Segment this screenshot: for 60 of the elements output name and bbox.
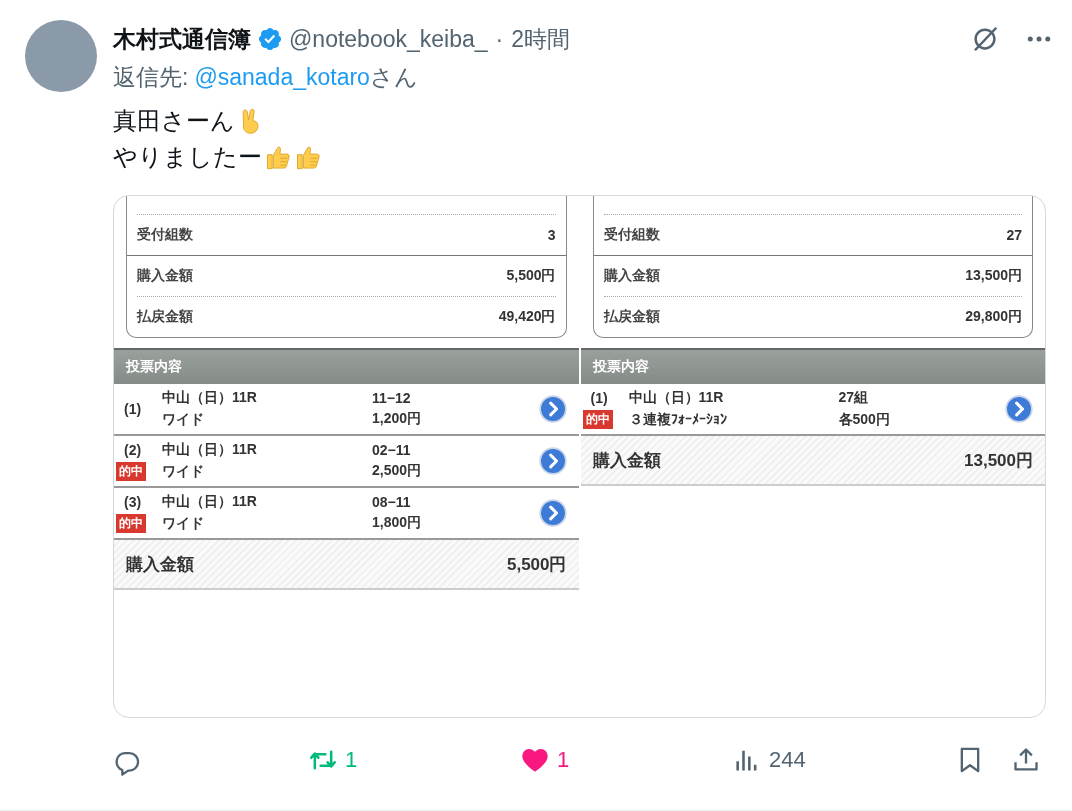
summary-value: 3: [547, 227, 556, 243]
bet-type: ワイド: [162, 463, 205, 481]
media-frame[interactable]: [113, 195, 1046, 718]
bet-number: (1): [123, 401, 142, 417]
reply-icon[interactable]: [113, 749, 141, 777]
section-title: 投票内容: [592, 358, 649, 376]
hit-badge: 的中: [582, 409, 613, 429]
summary-value: 13,500円: [965, 267, 1022, 285]
like-count: 1: [557, 747, 570, 773]
section-title: 投票内容: [126, 358, 182, 376]
chevron-right-icon[interactable]: [538, 499, 567, 527]
race-name: 中山（日）11R: [628, 389, 725, 407]
chevron-right-icon[interactable]: [538, 395, 567, 423]
tweet-text: 真田さーん: [113, 106, 235, 136]
bet-combination: 08−11: [372, 494, 412, 510]
chevron-right-icon[interactable]: [1005, 395, 1033, 423]
heart-icon[interactable]: [521, 746, 549, 774]
reply-to-label: 返信先:: [113, 64, 189, 90]
share-icon[interactable]: [1012, 746, 1040, 774]
bet-amount: 1,200円: [372, 410, 423, 428]
separator-dot: ·: [495, 25, 504, 53]
hit-badge: 的中: [116, 513, 146, 533]
bet-number: (1): [589, 389, 608, 406]
bet-number: (3): [123, 493, 142, 510]
total-label: 購入金額: [592, 449, 661, 472]
bet-amount: 2,500円: [372, 462, 423, 480]
bet-type: ワイド: [162, 411, 205, 429]
total-value: 5,500円: [506, 553, 567, 576]
bet-combination: 27組: [838, 389, 870, 407]
author-name[interactable]: 木村式通信簿: [113, 23, 251, 55]
honorific-suffix: さん: [369, 64, 418, 90]
summary-value: 27: [1006, 227, 1022, 243]
bet-type: ３連複ﾌｫｰﾒｰｼｮﾝ: [628, 411, 728, 429]
summary-value: 5,500円: [506, 267, 556, 285]
summary-label: 受付組数: [603, 226, 660, 244]
summary-label: 払戻金額: [137, 308, 193, 326]
race-name: 中山（日）11R: [162, 493, 258, 511]
tweet-text: やりましたー: [113, 142, 262, 172]
bet-type: ワイド: [162, 515, 205, 533]
retweet-count: 1: [345, 747, 358, 773]
total-label: 購入金額: [126, 553, 194, 576]
summary-value: 29,800円: [965, 308, 1022, 326]
summary-label: 払戻金額: [603, 308, 660, 326]
bet-combination: 02−11: [372, 442, 412, 458]
author-handle[interactable]: @notebook_keiba_: [289, 25, 488, 53]
bet-number: (2): [123, 441, 142, 458]
bet-amount: 1,800円: [372, 514, 423, 532]
summary-value: 49,420円: [498, 308, 556, 326]
summary-label: 受付組数: [137, 226, 193, 244]
chevron-right-icon[interactable]: [538, 447, 567, 475]
bet-amount: 各500円: [838, 411, 891, 429]
summary-label: 購入金額: [137, 267, 193, 285]
bet-combination: 11−12: [372, 390, 412, 406]
post-time[interactable]: 2時間: [511, 23, 571, 55]
race-name: 中山（日）11R: [162, 441, 258, 459]
race-name: 中山（日）11R: [162, 389, 258, 407]
summary-label: 購入金額: [603, 267, 660, 285]
hit-badge: 的中: [116, 461, 146, 481]
view-count: 244: [769, 747, 806, 773]
total-value: 13,500円: [964, 449, 1033, 472]
